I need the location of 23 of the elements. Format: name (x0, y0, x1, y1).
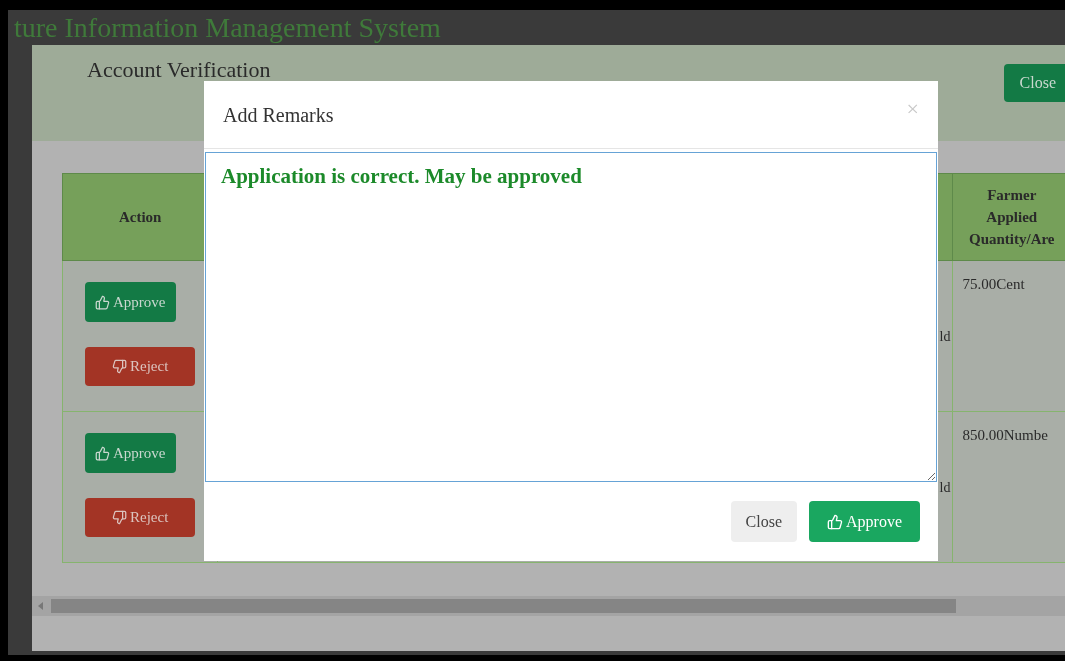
page-title: ture Information Management System (14, 14, 441, 42)
close-button[interactable]: Close (730, 501, 797, 542)
approve-button[interactable]: Approve (85, 282, 176, 322)
column-header: Farmer Applied Quantity/Are (952, 173, 1065, 261)
horizontal-scrollbar[interactable] (32, 596, 1065, 616)
thumbs-up-icon (95, 294, 110, 310)
thumbs-up-icon (827, 513, 843, 530)
approve-button[interactable]: Approve (85, 433, 176, 473)
reject-button[interactable]: Reject (85, 347, 196, 386)
table-cell: ld (939, 328, 951, 344)
table-cell: 850.00Numbe (962, 427, 1048, 443)
scroll-left-icon (38, 602, 43, 610)
close-button[interactable]: Close (1003, 64, 1065, 102)
remarks-field[interactable]: Application is correct. May be approved (205, 152, 937, 482)
dialog-title: Add Remarks (223, 102, 334, 128)
approve-button[interactable]: Approve (809, 501, 920, 542)
thumbs-up-icon (95, 445, 110, 461)
table-cell: 75.00Cent (962, 276, 1025, 292)
reject-button[interactable]: Reject (85, 498, 196, 537)
thumbs-down-icon (112, 359, 127, 374)
table-cell: ld (939, 479, 951, 495)
thumbs-down-icon (112, 510, 127, 525)
dialog-title: Account Verification (87, 59, 271, 81)
